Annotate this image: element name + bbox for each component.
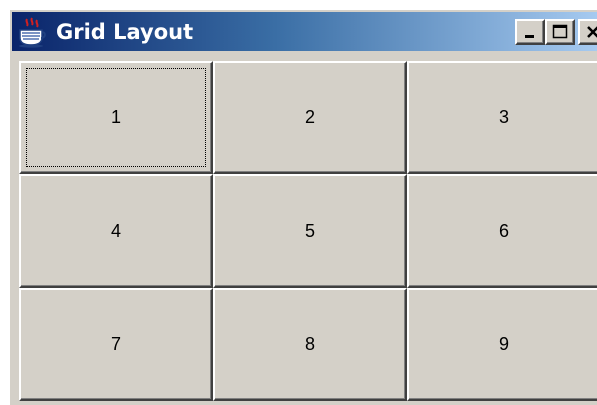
grid-button-3[interactable]: 3	[407, 61, 597, 174]
button-grid: 1 2 3 4 5 6 7 8 9	[19, 61, 597, 401]
window-title: Grid Layout	[56, 20, 194, 44]
grid-button-6[interactable]: 6	[407, 174, 597, 288]
grid-button-5[interactable]: 5	[213, 174, 407, 288]
grid-button-label: 1	[110, 107, 121, 127]
minimize-icon	[522, 24, 538, 40]
java-cup-icon[interactable]	[15, 16, 47, 48]
close-button[interactable]	[578, 19, 597, 45]
maximize-button[interactable]	[545, 19, 575, 45]
grid-button-label: 3	[498, 107, 509, 127]
grid-button-4[interactable]: 4	[19, 174, 213, 288]
grid-button-1[interactable]: 1	[19, 61, 213, 174]
grid-button-label: 7	[110, 334, 121, 354]
minimize-button[interactable]	[515, 19, 545, 45]
grid-button-label: 5	[304, 220, 315, 241]
grid-button-7[interactable]: 7	[19, 288, 213, 401]
app-window: Grid Layout 1 2 3 4 5 6 7 8 9	[8, 8, 597, 405]
title-bar[interactable]: Grid Layout	[12, 12, 597, 51]
maximize-icon	[551, 23, 569, 41]
grid-button-2[interactable]: 2	[213, 61, 407, 174]
close-icon	[585, 24, 597, 40]
grid-button-label: 4	[110, 220, 121, 241]
grid-button-label: 8	[304, 334, 315, 354]
grid-button-label: 2	[304, 107, 315, 127]
grid-button-8[interactable]: 8	[213, 288, 407, 401]
grid-button-label: 6	[498, 220, 509, 241]
grid-button-label: 9	[498, 334, 509, 354]
grid-button-9[interactable]: 9	[407, 288, 597, 401]
